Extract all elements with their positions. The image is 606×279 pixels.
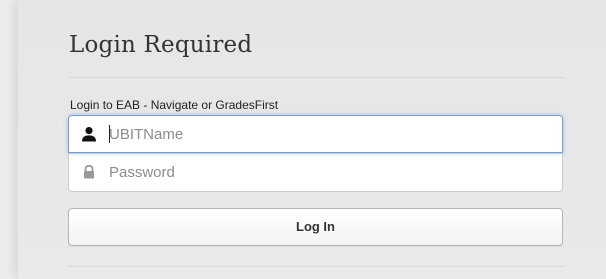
credentials-input-group [68, 115, 563, 192]
lock-icon [81, 164, 97, 180]
password-field-container[interactable] [68, 153, 563, 192]
bottom-divider [68, 266, 565, 267]
page-title: Login Required [69, 32, 253, 58]
login-form-label: Login to EAB - Navigate or GradesFirst [70, 98, 279, 112]
text-cursor [109, 125, 110, 143]
password-input[interactable] [109, 154, 549, 190]
log-in-button[interactable]: Log In [68, 208, 563, 246]
title-divider [68, 77, 565, 78]
user-icon [81, 126, 97, 142]
username-input[interactable] [109, 116, 549, 152]
username-field-container[interactable] [68, 115, 563, 153]
